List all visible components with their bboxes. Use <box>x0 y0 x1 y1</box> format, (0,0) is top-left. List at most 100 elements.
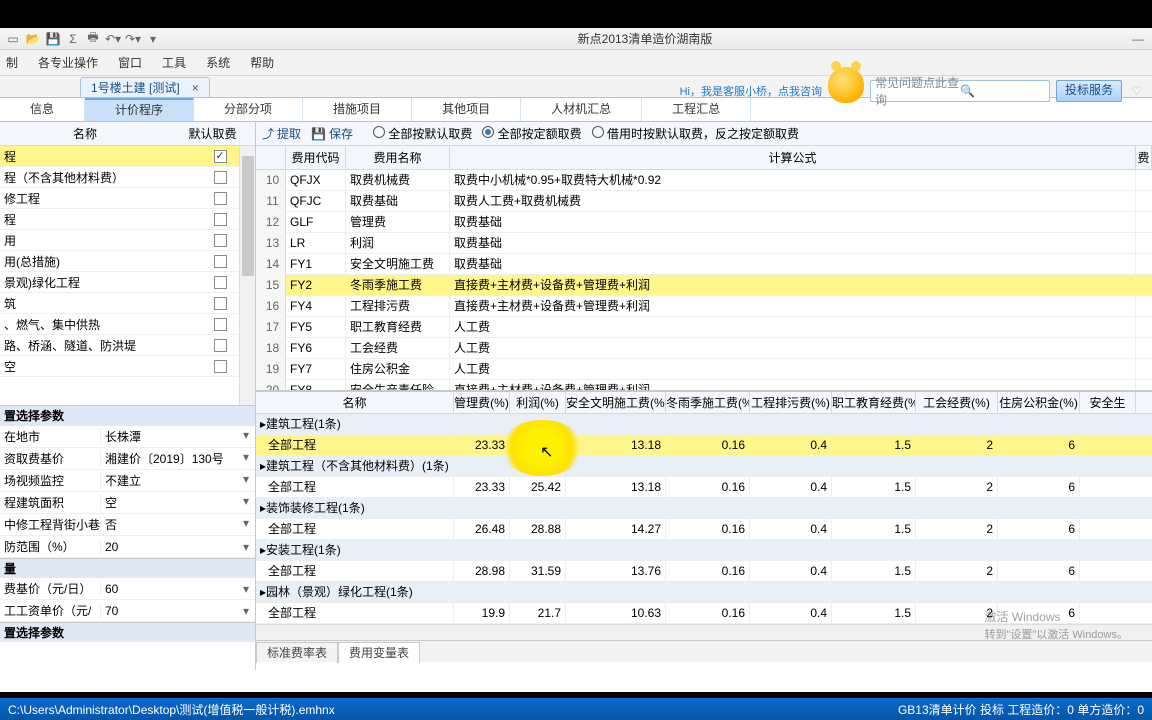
tree-row[interactable]: 程（不含其他材料费） <box>0 167 255 188</box>
radio-icon <box>482 126 494 138</box>
param-value[interactable]: 湘建价〔2019〕130号 <box>100 450 255 467</box>
checkbox[interactable] <box>214 297 227 310</box>
checkbox[interactable] <box>214 255 227 268</box>
group-row[interactable]: ▸建筑工程(1条) <box>256 414 1152 435</box>
group-row[interactable]: ▸园林（景观）绿化工程(1条) <box>256 582 1152 603</box>
close-tab-icon[interactable]: × <box>192 81 199 95</box>
grid-row[interactable]: 15FY2冬雨季施工费直接费+主材费+设备费+管理费+利润 <box>256 275 1152 296</box>
data-row[interactable]: 全部工程23.3325.4213.180.160.41.526 <box>256 477 1152 498</box>
redo-icon[interactable]: ↷▾ <box>124 30 142 48</box>
group-row[interactable]: ▸建筑工程（不含其他材料费）(1条) <box>256 456 1152 477</box>
menu-item[interactable]: 工具 <box>162 54 186 71</box>
nav-tab[interactable]: 计价程序 <box>85 98 194 121</box>
search-icon[interactable]: 🔍 <box>960 84 1045 98</box>
nav-tab[interactable]: 措施项目 <box>303 98 412 121</box>
param-value[interactable]: 长株潭 <box>100 428 255 445</box>
save-icon[interactable]: 💾 <box>44 30 62 48</box>
tree-row[interactable]: 空 <box>0 356 255 377</box>
mascot-icon[interactable] <box>828 67 864 103</box>
radio-option[interactable]: 借用时按默认取费，反之按定额取费 <box>592 127 799 141</box>
param-value[interactable]: 否 <box>100 516 255 533</box>
bottom-tab[interactable]: 标准费率表 <box>256 642 338 663</box>
greeting-link[interactable]: Hi，我是客服小桥，点我咨询 <box>680 83 822 99</box>
tree-row[interactable]: 用 <box>0 230 255 251</box>
minimize-button[interactable]: — <box>1124 32 1152 46</box>
sum-icon[interactable]: Σ <box>64 30 82 48</box>
new-icon[interactable]: ▭ <box>4 30 22 48</box>
param-row[interactable]: 费基价（元/日）60 <box>0 578 255 600</box>
param-row[interactable]: 资取费基价湘建价〔2019〕130号 <box>0 448 255 470</box>
checkbox[interactable] <box>214 318 227 331</box>
menu-item[interactable]: 各专业操作 <box>38 54 98 71</box>
grid-row[interactable]: 18FY6工会经费人工费 <box>256 338 1152 359</box>
checkbox[interactable] <box>214 234 227 247</box>
bid-service-button[interactable]: 投标服务 <box>1056 80 1122 102</box>
grid-row[interactable]: 14FY1安全文明施工费取费基础 <box>256 254 1152 275</box>
param-row[interactable]: 中修工程背街小巷否 <box>0 514 255 536</box>
tree-row[interactable]: 、燃气、集中供热 <box>0 314 255 335</box>
tree-row[interactable]: 程 <box>0 209 255 230</box>
checkbox[interactable] <box>214 360 227 373</box>
favorite-icon[interactable]: ♡ <box>1128 84 1146 98</box>
faq-search[interactable]: 常见问题点此查询 🔍 <box>870 80 1050 102</box>
save-button[interactable]: 💾保存 <box>311 125 353 142</box>
param-value[interactable]: 不建立 <box>100 472 255 489</box>
param-row[interactable]: 场视频监控不建立 <box>0 470 255 492</box>
scrollbar-h[interactable] <box>256 624 1152 640</box>
checkbox[interactable] <box>214 171 227 184</box>
grid-row[interactable]: 13LR利润取费基础 <box>256 233 1152 254</box>
checkbox[interactable] <box>214 276 227 289</box>
tree-row[interactable]: 筑 <box>0 293 255 314</box>
menu-item[interactable]: 制 <box>6 54 18 71</box>
grid-row[interactable]: 11QFJC取费基础取费人工费+取费机械费 <box>256 191 1152 212</box>
extract-button[interactable]: ⤴提取 <box>262 125 301 142</box>
tree-row[interactable]: 路、桥涵、隧道、防洪堤 <box>0 335 255 356</box>
nav-tab[interactable]: 分部分项 <box>194 98 303 121</box>
grid-row[interactable]: 10QFJX取费机械费取费中小机械*0.95+取费特大机械*0.92 <box>256 170 1152 191</box>
radio-option[interactable]: 全部按默认取费 <box>373 127 472 141</box>
nav-tab[interactable]: 人材机汇总 <box>521 98 642 121</box>
scrollbar[interactable] <box>239 146 255 405</box>
grid-row[interactable]: 20FY8安全生产责任险直接费+主材费+设备费+管理费+利润 <box>256 380 1152 390</box>
open-icon[interactable]: 📂 <box>24 30 42 48</box>
param-value[interactable]: 20 <box>100 540 255 554</box>
checkbox[interactable] <box>214 339 227 352</box>
tree-row[interactable]: 景观)绿化工程 <box>0 272 255 293</box>
radio-option[interactable]: 全部按定额取费 <box>482 127 581 141</box>
data-row[interactable]: 全部工程28.9831.5913.760.160.41.526 <box>256 561 1152 582</box>
menu-item[interactable]: 窗口 <box>118 54 142 71</box>
group-row[interactable]: ▸安装工程(1条) <box>256 540 1152 561</box>
tree-row[interactable]: 修工程 <box>0 188 255 209</box>
menu-item[interactable]: 帮助 <box>250 54 274 71</box>
param-row[interactable]: 在地市长株潭 <box>0 426 255 448</box>
checkbox[interactable] <box>214 192 227 205</box>
col-name: 费用名称 <box>346 146 450 169</box>
grid-row[interactable]: 19FY7住房公积金人工费 <box>256 359 1152 380</box>
nav-tab[interactable]: 信息 <box>0 98 85 121</box>
param-row[interactable]: 程建筑面积空 <box>0 492 255 514</box>
param-row[interactable]: 工工资单价（元/70 <box>0 600 255 622</box>
grid-row[interactable]: 16FY4工程排污费直接费+主材费+设备费+管理费+利润 <box>256 296 1152 317</box>
param-row[interactable]: 防范围（%）20 <box>0 536 255 558</box>
tree-row[interactable]: 程 <box>0 146 255 167</box>
group-row[interactable]: ▸装饰装修工程(1条) <box>256 498 1152 519</box>
more-icon[interactable]: ▾ <box>144 30 162 48</box>
bottom-tab[interactable]: 费用变量表 <box>338 642 420 663</box>
tree-row[interactable]: 用(总措施) <box>0 251 255 272</box>
grid-row[interactable]: 17FY5职工教育经费人工费 <box>256 317 1152 338</box>
undo-icon[interactable]: ↶▾ <box>104 30 122 48</box>
print-icon[interactable]: 🖶 <box>84 30 102 48</box>
checkbox[interactable] <box>214 213 227 226</box>
data-row[interactable]: 全部工程19.921.710.630.160.41.526 <box>256 603 1152 624</box>
file-tab[interactable]: 1号楼土建 [测试] × <box>80 77 210 97</box>
menu-item[interactable]: 系统 <box>206 54 230 71</box>
param-value[interactable]: 60 <box>100 582 255 596</box>
grid-row[interactable]: 12GLF管理费取费基础 <box>256 212 1152 233</box>
param-value[interactable]: 空 <box>100 494 255 511</box>
nav-tab[interactable]: 其他项目 <box>412 98 521 121</box>
data-row[interactable]: 全部工程23.3325.4213.180.160.41.526 <box>256 435 1152 456</box>
data-row[interactable]: 全部工程26.4828.8814.270.160.41.526 <box>256 519 1152 540</box>
checkbox[interactable] <box>214 150 227 163</box>
col-header: 管理费(%) <box>454 392 510 413</box>
param-value[interactable]: 70 <box>100 604 255 618</box>
